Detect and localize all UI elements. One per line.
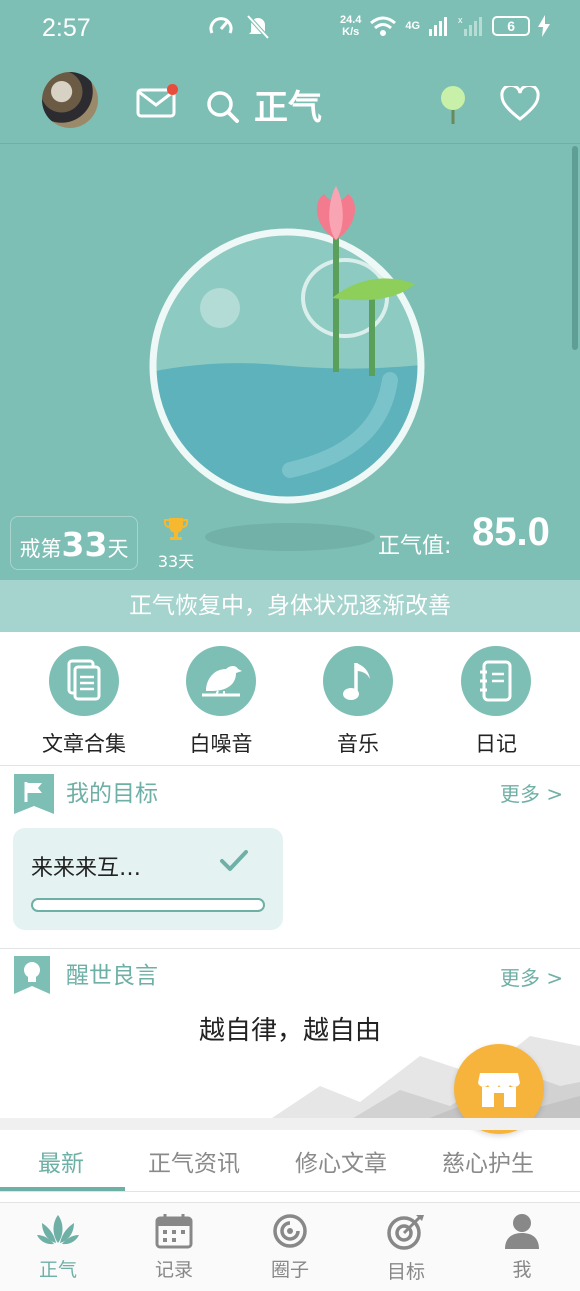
- goal-progress-bar: [31, 898, 265, 912]
- flag-icon: [14, 774, 54, 814]
- nav-me-label: 我: [512, 1259, 532, 1281]
- network-type: 4G: [405, 20, 421, 32]
- content-tabs: 最新 正气资讯 修心文章 慈心护生: [0, 1130, 580, 1192]
- nav-circle[interactable]: 圈子: [250, 1213, 330, 1282]
- motto-text: 越自律，越自由: [198, 1016, 381, 1046]
- active-tab-indicator: [0, 1187, 125, 1191]
- quick-music-label: 音乐: [337, 732, 379, 756]
- search-icon[interactable]: [206, 90, 240, 124]
- quick-white-noise-label: 白噪音: [189, 732, 253, 756]
- lotus-bowl-illustration[interactable]: [140, 180, 440, 560]
- app-header: 正气: [0, 60, 580, 144]
- wifi-icon: [370, 16, 397, 36]
- motto-section-header: 醒世良言 更多 >: [0, 950, 580, 994]
- document-icon: [67, 659, 101, 701]
- quick-diary[interactable]: 日记: [426, 646, 566, 758]
- tree-icon[interactable]: [438, 84, 468, 124]
- divider: [0, 948, 580, 949]
- section-gap: [0, 1118, 580, 1130]
- battery-indicator: 6: [492, 16, 531, 36]
- quick-articles[interactable]: 文章合集: [14, 646, 154, 758]
- quick-actions: 文章合集 白噪音 音乐 日记: [0, 632, 580, 766]
- notebook-icon: [480, 660, 512, 702]
- trophy-icon: [164, 518, 188, 540]
- goals-section-header: 我的目标 更多 >: [0, 768, 580, 814]
- best-streak-label: 33天: [157, 552, 195, 571]
- goals-section-title: 我的目标: [66, 781, 158, 807]
- motto-more-link[interactable]: 更多 >: [500, 962, 563, 991]
- signal-weak-icon: x: [458, 15, 483, 36]
- shop-icon: [478, 1073, 520, 1107]
- quick-diary-circle: [461, 646, 531, 716]
- tab-articles[interactable]: 修心文章: [295, 1144, 387, 1178]
- tab-latest[interactable]: 最新: [38, 1144, 84, 1178]
- status-notification-icons: [208, 14, 270, 40]
- motto-section-title: 醒世良言: [66, 963, 158, 989]
- nav-zhengqi-label: 正气: [38, 1259, 77, 1281]
- streak-days-box: 戒第 33 天: [10, 516, 138, 570]
- unread-dot: [167, 84, 178, 95]
- net-speed: 24.4 K/s: [340, 14, 361, 38]
- status-time: 2:57: [42, 14, 91, 42]
- net-speed-value: 24.4: [340, 14, 362, 26]
- quick-articles-label: 文章合集: [42, 732, 126, 756]
- check-icon: [220, 850, 248, 871]
- tab-care[interactable]: 慈心护生: [442, 1144, 534, 1178]
- bottom-nav: 正气 记录 圈子 目标 我: [0, 1202, 580, 1291]
- target-icon: [387, 1215, 424, 1250]
- heart-icon[interactable]: [500, 86, 540, 122]
- calendar-icon: [155, 1214, 193, 1249]
- streak-days: 33: [61, 525, 108, 564]
- quick-white-noise[interactable]: 白噪音: [151, 646, 291, 758]
- music-note-icon: [343, 663, 370, 700]
- goal-title: 来来来互…: [31, 856, 142, 881]
- charging-icon: [538, 15, 551, 37]
- tab-news[interactable]: 正气资讯: [148, 1144, 240, 1178]
- quick-diary-label: 日记: [475, 732, 517, 756]
- lightbulb-icon: [14, 956, 50, 994]
- goals-more-link[interactable]: 更多 >: [500, 778, 563, 807]
- best-streak[interactable]: 33天: [156, 516, 196, 572]
- status-system-icons: 24.4 K/s 4G x 6: [340, 14, 551, 38]
- mute-bell-icon: [246, 14, 270, 40]
- nav-me[interactable]: 我: [482, 1213, 562, 1282]
- quick-music[interactable]: 音乐: [288, 646, 428, 758]
- lotus-icon: [37, 1215, 79, 1245]
- nav-records-label: 记录: [154, 1259, 193, 1281]
- status-message: 正气恢复中，身体状况逐渐改善: [0, 580, 580, 632]
- person-icon: [505, 1214, 539, 1249]
- streak-prefix: 戒第: [19, 537, 62, 561]
- net-speed-unit: K/s: [342, 26, 360, 38]
- nav-zhengqi[interactable]: 正气: [18, 1213, 98, 1282]
- nav-circle-label: 圈子: [270, 1259, 309, 1281]
- status-bar: 2:57 24.4 K/s 4G x 6: [0, 0, 580, 60]
- avatar[interactable]: [42, 72, 98, 128]
- nav-records[interactable]: 记录: [134, 1213, 214, 1282]
- nav-goals-label: 目标: [386, 1261, 425, 1283]
- streak-suffix: 天: [107, 537, 129, 561]
- score-label: 正气值:: [378, 534, 452, 559]
- circle-icon: [273, 1214, 307, 1248]
- quick-articles-circle: [49, 646, 119, 716]
- quick-white-noise-circle: [186, 646, 256, 716]
- page-title: 正气: [254, 88, 322, 128]
- score-value: 85.0: [472, 510, 550, 554]
- signal-icon: [429, 17, 448, 36]
- scrollbar[interactable]: [572, 146, 578, 350]
- speedometer-icon: [209, 17, 233, 34]
- svg-text:x: x: [458, 15, 463, 25]
- quick-music-circle: [323, 646, 393, 716]
- goal-card[interactable]: 来来来互…: [13, 828, 283, 930]
- bird-icon: [202, 666, 242, 697]
- nav-goals[interactable]: 目标: [366, 1213, 446, 1284]
